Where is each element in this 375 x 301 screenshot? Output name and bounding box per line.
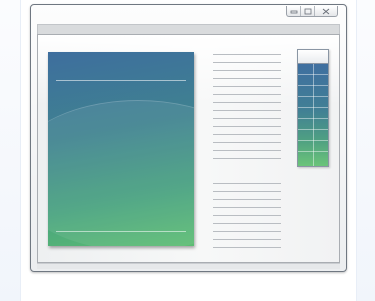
right-side-panel xyxy=(356,0,375,301)
window-bottom-frame xyxy=(37,263,340,269)
image-sheen xyxy=(48,100,194,246)
text-lines-bottom xyxy=(213,183,281,255)
illustration-stage xyxy=(0,0,375,301)
maximize-icon xyxy=(301,6,315,16)
document-image xyxy=(48,52,194,246)
text-lines-top xyxy=(213,54,281,166)
mini-table-header xyxy=(298,50,328,64)
minimize-icon xyxy=(287,6,301,16)
window-illustration xyxy=(30,4,347,272)
image-top-rule xyxy=(56,80,186,81)
left-side-panel xyxy=(0,0,21,301)
close-icon xyxy=(315,6,337,16)
mini-table xyxy=(297,49,329,167)
image-bottom-rule xyxy=(56,231,186,232)
window-client-area xyxy=(37,34,340,263)
mini-table-body xyxy=(298,64,328,166)
caption-buttons xyxy=(286,6,338,17)
